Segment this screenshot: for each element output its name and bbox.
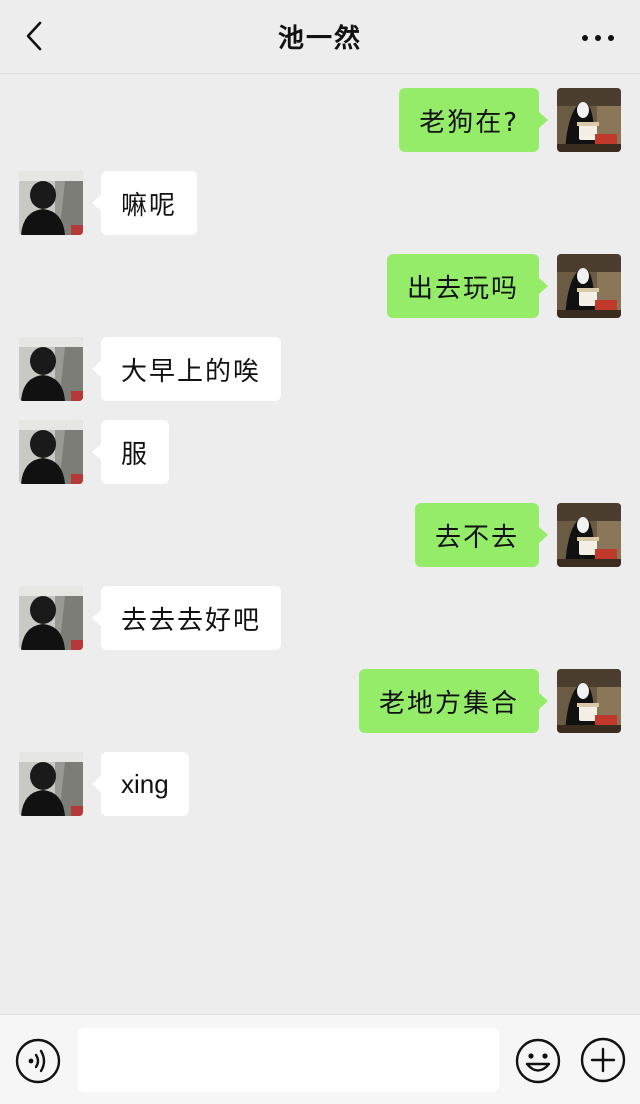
message-bubble[interactable]: 嘛呢 bbox=[91, 171, 198, 235]
message-bubble[interactable]: 大早上的唉 bbox=[91, 337, 282, 401]
message-outgoing: 老地方集合 bbox=[0, 668, 640, 734]
message-bubble[interactable]: 老地方集合 bbox=[358, 669, 549, 733]
contact-avatar[interactable] bbox=[19, 586, 83, 650]
message-outgoing: 去不去 bbox=[0, 502, 640, 568]
message-bubble[interactable]: 去不去 bbox=[414, 503, 549, 567]
my-avatar[interactable] bbox=[557, 669, 621, 733]
back-button[interactable] bbox=[14, 14, 54, 58]
plus-button[interactable] bbox=[580, 1037, 626, 1083]
message-incoming: 嘛呢 bbox=[0, 170, 640, 236]
message-incoming: xing bbox=[0, 751, 640, 817]
plus-icon bbox=[580, 1037, 626, 1083]
contact-avatar[interactable] bbox=[19, 337, 83, 401]
message-list: 老狗在? 嘛呢 出去玩吗 大早上的唉 服 去不去 去去去好吧 老地方集合 xin… bbox=[0, 75, 640, 1014]
more-dots-icon bbox=[582, 35, 614, 41]
chat-title: 池一然 bbox=[277, 24, 362, 54]
more-button[interactable] bbox=[576, 18, 620, 58]
chat-screen: 池一然 老狗在? 嘛呢 出去玩吗 大早上的唉 服 去不去 去去去好吧 老地方集合… bbox=[0, 0, 640, 1104]
voice-icon bbox=[15, 1038, 61, 1084]
message-bubble[interactable]: xing bbox=[92, 752, 189, 816]
contact-avatar[interactable] bbox=[19, 171, 83, 235]
message-bubble[interactable]: 去去去好吧 bbox=[91, 586, 282, 650]
message-bubble[interactable]: 出去玩吗 bbox=[386, 254, 549, 318]
message-outgoing: 老狗在? bbox=[0, 87, 640, 153]
input-bar bbox=[0, 1014, 640, 1104]
my-avatar[interactable] bbox=[557, 503, 621, 567]
my-avatar[interactable] bbox=[557, 254, 621, 318]
message-outgoing: 出去玩吗 bbox=[0, 253, 640, 319]
message-incoming: 大早上的唉 bbox=[0, 336, 640, 402]
voice-button[interactable] bbox=[15, 1038, 61, 1084]
emoji-button[interactable] bbox=[514, 1037, 562, 1085]
message-incoming: 去去去好吧 bbox=[0, 585, 640, 651]
contact-avatar[interactable] bbox=[19, 420, 83, 484]
contact-avatar[interactable] bbox=[19, 752, 83, 816]
my-avatar[interactable] bbox=[557, 88, 621, 152]
chat-header: 池一然 bbox=[0, 0, 640, 74]
message-bubble[interactable]: 服 bbox=[91, 420, 170, 484]
message-bubble[interactable]: 老狗在? bbox=[399, 88, 548, 152]
chevron-left-icon bbox=[26, 21, 42, 51]
message-input[interactable] bbox=[78, 1028, 499, 1092]
message-incoming: 服 bbox=[0, 419, 640, 485]
emoji-icon bbox=[515, 1038, 561, 1084]
